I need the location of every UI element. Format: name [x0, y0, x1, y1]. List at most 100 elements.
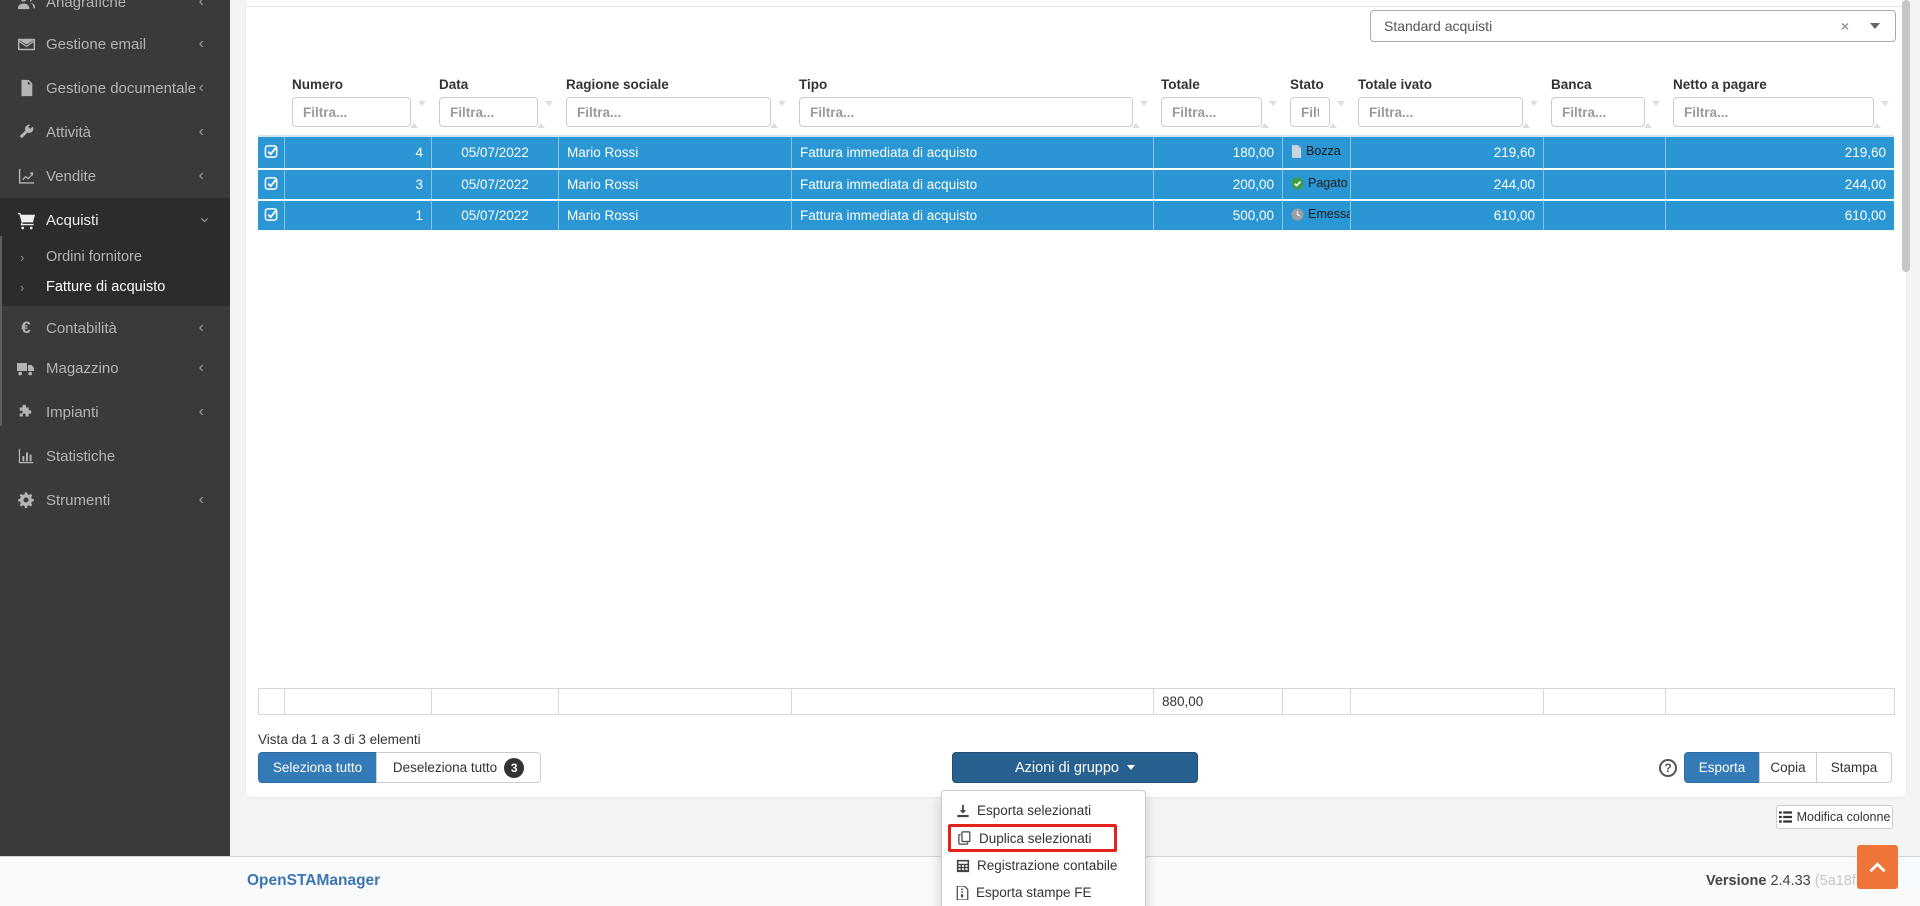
menu-item-esporta-selezionati[interactable]: Esporta selezionati — [942, 797, 1145, 824]
sort-icon[interactable] — [1522, 101, 1538, 128]
group-actions-button[interactable]: Azioni di gruppo — [952, 752, 1198, 783]
filter-input-totale[interactable] — [1161, 97, 1262, 127]
chart-line-icon — [15, 166, 37, 186]
sort-icon[interactable] — [410, 101, 426, 128]
select-all-button[interactable]: Seleziona tutto — [258, 752, 377, 783]
totals-row: 880,00 — [258, 688, 1895, 715]
edit-columns-button[interactable]: Modifica colonne — [1776, 805, 1893, 829]
sort-icon[interactable] — [537, 101, 553, 128]
column-header-totale[interactable]: Totale — [1153, 73, 1282, 137]
filter-input-data[interactable] — [439, 97, 538, 127]
sort-icon[interactable] — [1261, 101, 1277, 128]
table-row[interactable]: 4 05/07/2022 Mario Rossi Fattura immedia… — [258, 137, 1894, 168]
sidebar-item-strumenti[interactable]: Strumenti ‹ — [0, 478, 230, 522]
chevron-right-icon: › — [20, 279, 25, 295]
brand-link[interactable]: OpenSTAManager — [247, 872, 380, 890]
totals-cell — [258, 688, 285, 715]
export-button[interactable]: Esporta — [1684, 752, 1760, 783]
page-scrollbar-thumb[interactable] — [1902, 0, 1910, 272]
chevron-left-icon: ‹ — [198, 319, 204, 336]
sidebar-item-statistiche[interactable]: Statistiche — [0, 434, 230, 478]
menu-item-label: Duplica selezionati — [979, 830, 1092, 846]
filter-input-totale-ivato[interactable] — [1358, 97, 1523, 127]
column-header-numero[interactable]: Numero — [284, 73, 431, 137]
table-row[interactable]: 1 05/07/2022 Mario Rossi Fattura immedia… — [258, 199, 1894, 230]
chevron-left-icon: ‹ — [198, 359, 204, 376]
sidebar-item-impianti[interactable]: Impianti ‹ — [0, 390, 230, 434]
check-square-icon — [264, 176, 277, 190]
menu-item-esporta-stampe-fe[interactable]: Esporta stampe FE — [942, 879, 1145, 906]
row-checkbox[interactable] — [258, 199, 284, 230]
cell-totale: 200,00 — [1153, 168, 1282, 199]
copy-button[interactable]: Copia — [1759, 752, 1817, 783]
cell-data: 05/07/2022 — [431, 137, 558, 168]
filter-input-tipo[interactable] — [799, 97, 1133, 127]
column-header-netto-a-pagare[interactable]: Netto a pagare — [1665, 73, 1894, 137]
table-row[interactable]: 3 05/07/2022 Mario Rossi Fattura immedia… — [258, 168, 1894, 199]
back-to-top-button[interactable] — [1857, 845, 1898, 889]
cell-netto-a-pagare: 219,60 — [1665, 137, 1894, 168]
sidebar-item-magazzino[interactable]: Magazzino ‹ — [0, 346, 230, 390]
deselect-all-button[interactable]: Deseleziona tutto 3 — [376, 752, 541, 783]
print-button[interactable]: Stampa — [1816, 752, 1892, 783]
selection-button-group: Seleziona tutto Deseleziona tutto 3 — [258, 752, 541, 783]
sidebar-subitem-fatture-di-acquisto[interactable]: › Fatture di acquisto — [0, 272, 230, 302]
sidebar-item-gestione-email[interactable]: Gestione email ‹ — [0, 22, 230, 66]
cell-ragione-sociale: Mario Rossi — [558, 199, 791, 230]
clock-icon — [1291, 208, 1304, 221]
row-checkbox[interactable] — [258, 137, 284, 168]
sidebar-subitem-ordini-fornitore[interactable]: › Ordini fornitore — [0, 242, 230, 272]
cell-totale: 500,00 — [1153, 199, 1282, 230]
sort-icon[interactable] — [1873, 101, 1889, 128]
column-header-banca[interactable]: Banca — [1543, 73, 1665, 137]
column-header-data[interactable]: Data — [431, 73, 558, 137]
filter-input-numero[interactable] — [292, 97, 411, 127]
sidebar-item-label: Statistiche — [46, 447, 116, 465]
column-label: Tipo — [799, 77, 828, 92]
sort-icon[interactable] — [1329, 101, 1345, 128]
sidebar-item-label: Gestione documentale — [46, 79, 197, 97]
column-label: Data — [439, 77, 469, 92]
sidebar-item-acquisti[interactable]: Acquisti ‹ — [0, 198, 230, 242]
sidebar-subitem-label: Fatture di acquisto — [46, 279, 166, 295]
column-header-ragione-sociale[interactable]: Ragione sociale — [558, 73, 791, 137]
list-columns-icon — [1778, 811, 1792, 823]
calculator-icon — [956, 859, 970, 872]
column-header-stato[interactable]: Stato — [1282, 73, 1350, 137]
menu-item-duplica-selezionati[interactable]: Duplica selezionati — [948, 824, 1117, 852]
column-header-tipo[interactable]: Tipo — [791, 73, 1153, 137]
sort-icon[interactable] — [1644, 101, 1660, 128]
export-button-group: Esporta Copia Stampa — [1684, 752, 1892, 783]
sidebar-subitem-label: Ordini fornitore — [46, 249, 142, 265]
sidebar-item-gestione-documentale[interactable]: Gestione documentale ‹ — [0, 66, 230, 110]
sidebar-item-anagrafiche[interactable]: Anagrafiche ‹ — [0, 0, 230, 24]
sort-icon[interactable] — [1132, 101, 1148, 128]
bar-chart-icon — [15, 446, 37, 466]
filter-input-stato[interactable] — [1290, 97, 1330, 127]
sidebar-item-attivita[interactable]: Attività ‹ — [0, 110, 230, 154]
filter-input-netto-a-pagare[interactable] — [1673, 97, 1874, 127]
filter-input-ragione-sociale[interactable] — [566, 97, 771, 127]
invoices-table: Numero Data Ragione sociale Tipo — [258, 73, 1894, 230]
totals-cell — [284, 688, 432, 715]
sidebar-item-label: Strumenti — [46, 491, 111, 509]
sort-icon[interactable] — [770, 101, 786, 128]
question-circle-icon[interactable]: ? — [1659, 759, 1677, 777]
filter-input-banca[interactable] — [1551, 97, 1645, 127]
column-label: Netto a pagare — [1673, 77, 1767, 92]
clear-icon[interactable]: × — [1841, 18, 1849, 34]
cell-netto-a-pagare: 610,00 — [1665, 199, 1894, 230]
wrench-icon — [15, 122, 37, 142]
cell-data: 05/07/2022 — [431, 168, 558, 199]
menu-item-registrazione-contabile[interactable]: Registrazione contabile — [942, 852, 1145, 879]
row-checkbox[interactable] — [258, 168, 284, 199]
chevron-left-icon: ‹ — [198, 79, 204, 96]
cell-tipo: Fattura immediata di acquisto — [791, 137, 1153, 168]
print-profile-select[interactable]: Standard acquisti × — [1370, 10, 1896, 42]
column-header-totale-ivato[interactable]: Totale ivato — [1350, 73, 1543, 137]
sidebar-item-contabilita[interactable]: € Contabilità ‹ — [0, 306, 230, 350]
chevron-left-icon: ‹ — [198, 123, 204, 140]
shopping-cart-icon — [15, 210, 37, 230]
top-divider — [246, 6, 1906, 7]
sidebar-item-vendite[interactable]: Vendite ‹ — [0, 154, 230, 198]
